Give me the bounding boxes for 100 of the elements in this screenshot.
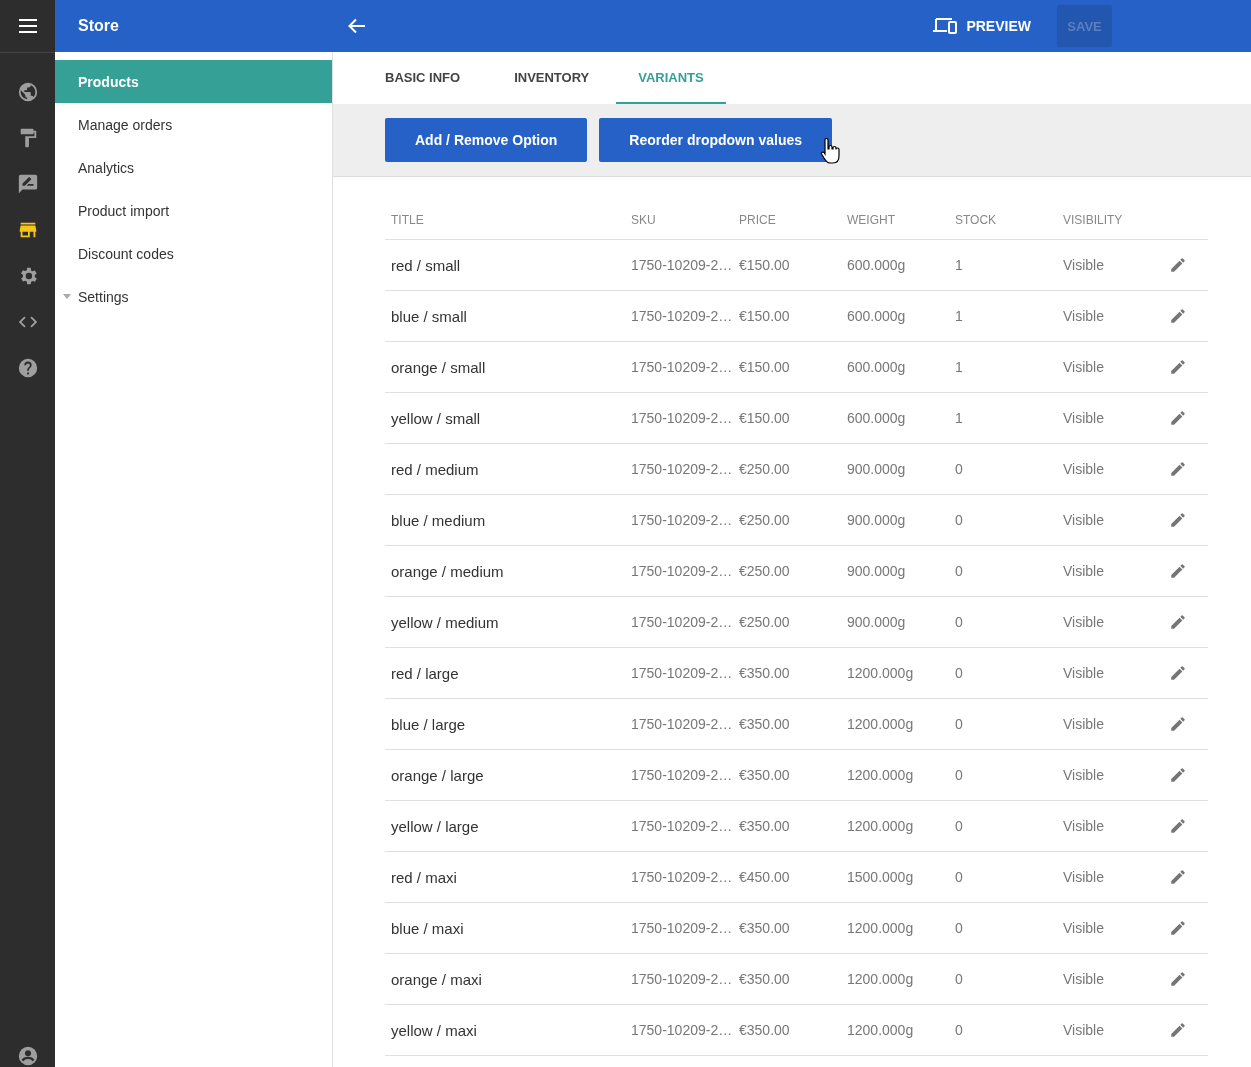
table-cell-text: orange / small xyxy=(390,358,487,376)
table-cell-text: 1750-10209-2… xyxy=(630,665,733,681)
pencil-icon[interactable] xyxy=(1169,817,1187,835)
table-cell-text: Visible xyxy=(1062,308,1105,324)
table-cell-text: 0 xyxy=(954,869,964,885)
table-cell-text: 1750-10209-2… xyxy=(630,1022,733,1038)
table-cell-text: 1750-10209-2… xyxy=(630,920,733,936)
table-cell-text: 1200.000g xyxy=(846,971,915,987)
column-header: PRICE xyxy=(738,212,777,227)
table-cell-text: 1200.000g xyxy=(846,1022,915,1038)
table-cell-text: 900.000g xyxy=(846,563,907,579)
table-cell-text: Visible xyxy=(1062,512,1105,528)
table-cell-text: 0 xyxy=(954,461,964,477)
table-cell-text: yellow / maxi xyxy=(390,1021,478,1039)
table-cell-text: 1750-10209-2… xyxy=(630,818,733,834)
table-cell-text: 1750-10209-2… xyxy=(630,971,733,987)
table-cell-text: 1750-10209-2… xyxy=(630,410,733,426)
table-cell-text: 1750-10209-2… xyxy=(630,308,733,324)
back-arrow-icon[interactable] xyxy=(348,18,366,34)
pencil-icon[interactable] xyxy=(1169,307,1187,325)
table-cell-text: 1200.000g xyxy=(846,920,915,936)
pencil-icon[interactable] xyxy=(1169,766,1187,784)
table-cell-text: orange / medium xyxy=(390,562,505,580)
table-cell-text: 0 xyxy=(954,665,964,681)
column-header: VISIBILITY xyxy=(1062,212,1124,227)
app-title: Store xyxy=(78,17,119,34)
pencil-icon[interactable] xyxy=(1169,358,1187,376)
table-cell-text: 1750-10209-2… xyxy=(630,512,733,528)
column-header: STOCK xyxy=(954,212,998,227)
tab[interactable]: INVENTORY xyxy=(487,52,617,104)
table-cell-text: 0 xyxy=(954,614,964,630)
table-cell-text: 1750-10209-2… xyxy=(630,257,733,273)
table-cell-text: Visible xyxy=(1062,818,1105,834)
pencil-icon[interactable] xyxy=(1169,919,1187,937)
table-cell-text: 0 xyxy=(954,563,964,579)
table-cell-text: 0 xyxy=(954,971,964,987)
pencil-icon[interactable] xyxy=(1169,256,1187,274)
caret-icon xyxy=(63,294,71,299)
pencil-icon[interactable] xyxy=(1169,409,1187,427)
pencil-icon[interactable] xyxy=(1169,970,1187,988)
devices-icon xyxy=(932,17,959,35)
table-cell-text: €350.00 xyxy=(738,818,791,834)
table-cell-text: Visible xyxy=(1062,461,1105,477)
table-cell-text: 900.000g xyxy=(846,461,907,477)
table-cell-text: 600.000g xyxy=(846,410,907,426)
table-cell-text: blue / small xyxy=(390,307,468,325)
preview-button[interactable]: PREVIEW xyxy=(932,17,1031,35)
table-cell-text: Visible xyxy=(1062,716,1105,732)
table-cell-text: 1750-10209-2… xyxy=(630,614,733,630)
column-header: SKU xyxy=(630,212,657,227)
table-cell-text: red / large xyxy=(390,664,460,682)
table-cell-text: 1 xyxy=(954,410,964,426)
table-cell-text: Visible xyxy=(1062,665,1105,681)
column-header: TITLE xyxy=(390,212,425,227)
table-cell-text: 1750-10209-2… xyxy=(630,767,733,783)
pencil-icon[interactable] xyxy=(1169,715,1187,733)
tab[interactable]: BASIC INFO xyxy=(358,52,488,104)
table-cell-text: blue / large xyxy=(390,715,467,733)
table-cell-text: orange / large xyxy=(390,766,485,784)
table-cell-text: yellow / small xyxy=(390,409,482,427)
table-cell-text: 600.000g xyxy=(846,257,907,273)
table-cell-text: red / small xyxy=(390,256,462,274)
table-cell-text: blue / maxi xyxy=(390,919,465,937)
table-cell-text: 1200.000g xyxy=(846,767,915,783)
pencil-icon[interactable] xyxy=(1169,562,1187,580)
table-cell-text: €250.00 xyxy=(738,461,791,477)
pencil-icon[interactable] xyxy=(1169,613,1187,631)
table-cell-text: €350.00 xyxy=(738,767,791,783)
table-cell-text: 1750-10209-2… xyxy=(630,563,733,579)
table-cell-text: 1200.000g xyxy=(846,818,915,834)
table-cell-text: 0 xyxy=(954,920,964,936)
pencil-icon[interactable] xyxy=(1169,1021,1187,1039)
table-cell-text: 900.000g xyxy=(846,512,907,528)
pencil-icon[interactable] xyxy=(1169,460,1187,478)
table-cell-text: 1200.000g xyxy=(846,716,915,732)
table-cell-text: 1 xyxy=(954,257,964,273)
table-cell-text: orange / maxi xyxy=(390,970,483,988)
pencil-icon[interactable] xyxy=(1169,511,1187,529)
pencil-icon[interactable] xyxy=(1169,664,1187,682)
table-cell-text: Visible xyxy=(1062,767,1105,783)
table-cell-text: €250.00 xyxy=(738,563,791,579)
table-cell-text: 0 xyxy=(954,512,964,528)
table-cell-text: red / medium xyxy=(390,460,480,478)
menu-icon[interactable] xyxy=(17,18,38,34)
table-cell-text: 1200.000g xyxy=(846,665,915,681)
action-button[interactable]: Add / Remove Option xyxy=(385,118,588,162)
table-cell-text: 1750-10209-2… xyxy=(630,869,733,885)
table-cell-text: 0 xyxy=(954,716,964,732)
table-cell-text: €350.00 xyxy=(738,1022,791,1038)
table-cell-text: 1750-10209-2… xyxy=(630,716,733,732)
table-cell-text: €350.00 xyxy=(738,920,791,936)
table-cell-text: 1500.000g xyxy=(846,869,915,885)
account-icon[interactable] xyxy=(16,1045,39,1067)
pencil-icon[interactable] xyxy=(1169,868,1187,886)
table-cell-text: €350.00 xyxy=(738,716,791,732)
table-cell-text: €150.00 xyxy=(738,257,791,273)
table-cell-text: Visible xyxy=(1062,1022,1105,1038)
table-cell-text: Visible xyxy=(1062,563,1105,579)
table-cell-text: Visible xyxy=(1062,971,1105,987)
table-cell-text: 0 xyxy=(954,818,964,834)
